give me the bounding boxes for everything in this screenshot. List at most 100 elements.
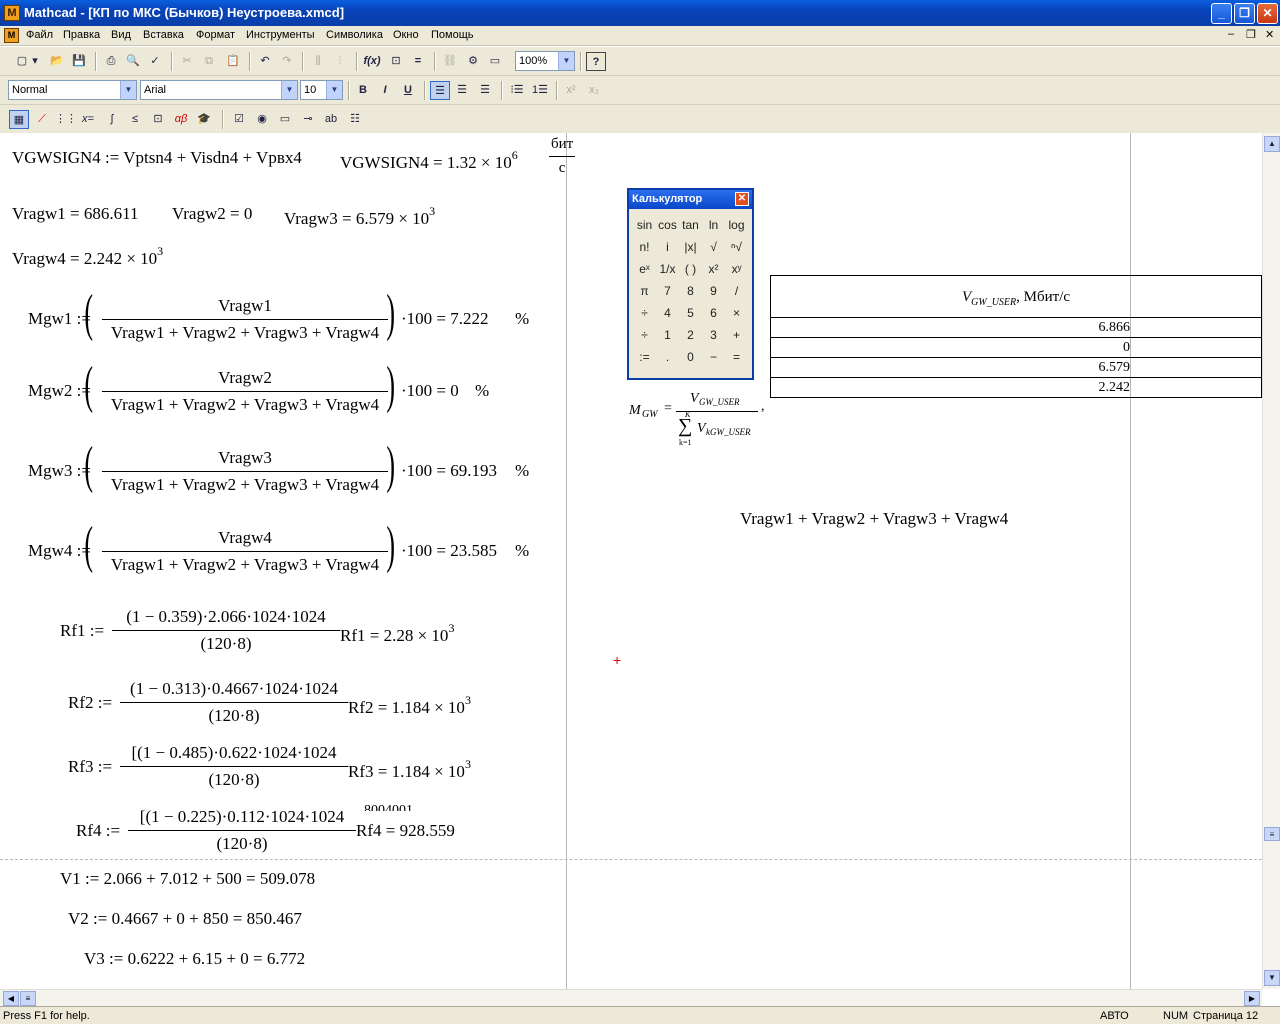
calculator-key[interactable]: √ bbox=[702, 236, 725, 258]
calculator-key[interactable]: |x| bbox=[679, 236, 702, 258]
calculator-key[interactable]: 1 bbox=[656, 324, 679, 346]
vragw4-result[interactable]: Vragw4 = 2.242 × 103 bbox=[12, 244, 163, 269]
menu-window[interactable]: Окно bbox=[393, 29, 419, 41]
gw-user-table[interactable]: VGW_USER, Мбит/с 6.866 0 6.579 2.242 bbox=[770, 275, 1262, 398]
close-button[interactable]: ✕ bbox=[1257, 3, 1278, 24]
scroll-up-icon[interactable]: ▲ bbox=[1264, 136, 1280, 152]
open-icon[interactable]: 📂 bbox=[47, 52, 67, 71]
scroll-thumb[interactable]: ≡ bbox=[1264, 827, 1280, 841]
v1-expression[interactable]: V1 := 2.066 + 7.012 + 500 = 509.078 bbox=[60, 869, 315, 889]
vragw2-result[interactable]: Vragw2 = 0 bbox=[172, 204, 252, 224]
calculator-key[interactable]: ⁿ√ bbox=[725, 236, 748, 258]
align-right-icon[interactable]: ☰ bbox=[475, 81, 495, 100]
push-button-control-icon[interactable]: ▭ bbox=[275, 110, 295, 129]
calculator-key[interactable]: 4 bbox=[656, 302, 679, 324]
menu-view[interactable]: Вид bbox=[111, 29, 131, 41]
horizontal-scrollbar[interactable]: ◀ ≡ ▶ bbox=[0, 989, 1262, 1006]
vragw1-result[interactable]: Vragw1 = 686.611 bbox=[12, 204, 138, 224]
calculator-key[interactable]: ln bbox=[702, 214, 725, 236]
insert-function-icon[interactable]: f(x) bbox=[362, 52, 382, 71]
calculator-key[interactable]: 6 bbox=[702, 302, 725, 324]
calculator-key[interactable]: x² bbox=[702, 258, 725, 280]
greek-toolbar-icon[interactable]: αβ bbox=[171, 110, 191, 129]
scroll-right-icon[interactable]: ▶ bbox=[1244, 991, 1260, 1006]
scroll-left-icon[interactable]: ◀ bbox=[3, 991, 19, 1006]
insert-hyperlink-icon[interactable]: ⛓ bbox=[440, 52, 460, 71]
calculator-key[interactable]: tan bbox=[679, 214, 702, 236]
underline-button[interactable]: U bbox=[398, 81, 418, 100]
zoom-select[interactable]: 100% ▼ bbox=[515, 51, 575, 71]
calculator-title-bar[interactable]: Калькулятор ✕ bbox=[629, 190, 752, 209]
calculator-key[interactable]: . bbox=[656, 346, 679, 368]
calculator-key[interactable]: eˣ bbox=[633, 258, 656, 280]
superscript-icon[interactable]: x² bbox=[561, 81, 581, 100]
calculator-key[interactable]: = bbox=[725, 346, 748, 368]
minimize-button[interactable]: _ bbox=[1211, 3, 1232, 24]
doc-close-icon[interactable]: ✕ bbox=[1265, 28, 1274, 41]
doc-restore-icon[interactable]: ❐ bbox=[1246, 28, 1256, 41]
bold-button[interactable]: B bbox=[353, 81, 373, 100]
run-script-icon[interactable]: ▭ bbox=[485, 52, 505, 71]
print-preview-icon[interactable]: 🔍 bbox=[123, 52, 143, 71]
calculator-key[interactable]: × bbox=[725, 302, 748, 324]
calculator-key[interactable]: cos bbox=[656, 214, 679, 236]
hscroll-thumb[interactable]: ≡ bbox=[20, 991, 36, 1006]
worksheet[interactable]: VGWSIGN4 := Vptsn4 + Visdn4 + Vрвх4 VGWS… bbox=[0, 133, 1262, 989]
redo-icon[interactable]: ↷ bbox=[277, 52, 297, 71]
doc-minimize-icon[interactable]: – bbox=[1228, 28, 1234, 40]
help-icon[interactable]: ? bbox=[586, 52, 606, 71]
save-icon[interactable]: 💾 bbox=[69, 52, 89, 71]
vertical-scrollbar[interactable]: ▲ ≡ ▼ bbox=[1262, 133, 1280, 989]
textbox-control-icon[interactable]: ab bbox=[321, 110, 341, 129]
align-center-icon[interactable]: ☰ bbox=[452, 81, 472, 100]
calculator-key[interactable]: / bbox=[725, 280, 748, 302]
calculator-key[interactable]: sin bbox=[633, 214, 656, 236]
sum-expression[interactable]: Vragw1 + Vragw2 + Vragw3 + Vragw4 bbox=[740, 509, 1008, 529]
calculator-key[interactable]: ( ) bbox=[679, 258, 702, 280]
calculator-key[interactable]: log bbox=[725, 214, 748, 236]
align-left-icon[interactable]: ☰ bbox=[430, 81, 450, 100]
menu-symbolics[interactable]: Символика bbox=[326, 29, 383, 41]
calculator-key[interactable]: 7 bbox=[656, 280, 679, 302]
cut-icon[interactable]: ✂ bbox=[177, 52, 197, 71]
font-size-select[interactable]: 10 ▼ bbox=[300, 80, 343, 100]
graph-toolbar-icon[interactable]: ⟋ bbox=[32, 110, 52, 129]
align-down-icon[interactable]: ⫶ bbox=[330, 52, 350, 71]
vragw3-result[interactable]: Vragw3 = 6.579 × 103 bbox=[284, 204, 435, 229]
component-wizard-icon[interactable]: ⚙ bbox=[463, 52, 483, 71]
radio-control-icon[interactable]: ◉ bbox=[252, 110, 272, 129]
calculator-close-icon[interactable]: ✕ bbox=[735, 192, 749, 206]
spellcheck-icon[interactable]: ✓ bbox=[145, 52, 165, 71]
italic-button[interactable]: I bbox=[375, 81, 395, 100]
programming-toolbar-icon[interactable]: ⊡ bbox=[148, 110, 168, 129]
symbolic-toolbar-icon[interactable]: 🎓 bbox=[194, 110, 214, 129]
menu-edit[interactable]: Правка bbox=[63, 29, 100, 41]
vgwsign-result[interactable]: VGWSIGN4 = 1.32 × 106 bbox=[340, 148, 518, 173]
calculator-key[interactable]: 9 bbox=[702, 280, 725, 302]
vgwsign-definition[interactable]: VGWSIGN4 := Vptsn4 + Visdn4 + Vрвх4 bbox=[12, 148, 302, 168]
calculator-key[interactable]: 5 bbox=[679, 302, 702, 324]
v3-expression[interactable]: V3 := 0.6222 + 6.15 + 0 = 6.772 bbox=[84, 949, 305, 969]
evaluation-toolbar-icon[interactable]: x= bbox=[78, 110, 98, 129]
menu-format[interactable]: Формат bbox=[196, 29, 235, 41]
paste-icon[interactable]: 📋 bbox=[223, 52, 243, 71]
calculator-key[interactable]: ÷ bbox=[633, 302, 656, 324]
numbering-icon[interactable]: 1☰ bbox=[530, 81, 550, 100]
boolean-toolbar-icon[interactable]: ≤ bbox=[125, 110, 145, 129]
calculator-key[interactable]: 8 bbox=[679, 280, 702, 302]
slider-control-icon[interactable]: ⊸ bbox=[298, 110, 318, 129]
listbox-control-icon[interactable]: ☷ bbox=[345, 110, 365, 129]
maximize-button[interactable]: ❐ bbox=[1234, 3, 1255, 24]
menu-insert[interactable]: Вставка bbox=[143, 29, 184, 41]
document-icon[interactable]: M bbox=[4, 28, 19, 43]
style-select[interactable]: Normal ▼ bbox=[8, 80, 137, 100]
align-across-icon[interactable]: ⫼ bbox=[308, 52, 328, 71]
checkbox-control-icon[interactable]: ☑ bbox=[229, 110, 249, 129]
vgwsign-unit[interactable]: бит с bbox=[549, 136, 576, 177]
calculator-key[interactable]: := bbox=[633, 346, 656, 368]
new-icon[interactable]: ▢ bbox=[12, 52, 32, 71]
new-dropdown-icon[interactable]: ▾ bbox=[30, 52, 40, 71]
calculator-key[interactable]: 1/x bbox=[656, 258, 679, 280]
v2-expression[interactable]: V2 := 0.4667 + 0 + 850 = 850.467 bbox=[68, 909, 302, 929]
subscript-icon[interactable]: x₂ bbox=[584, 81, 604, 100]
